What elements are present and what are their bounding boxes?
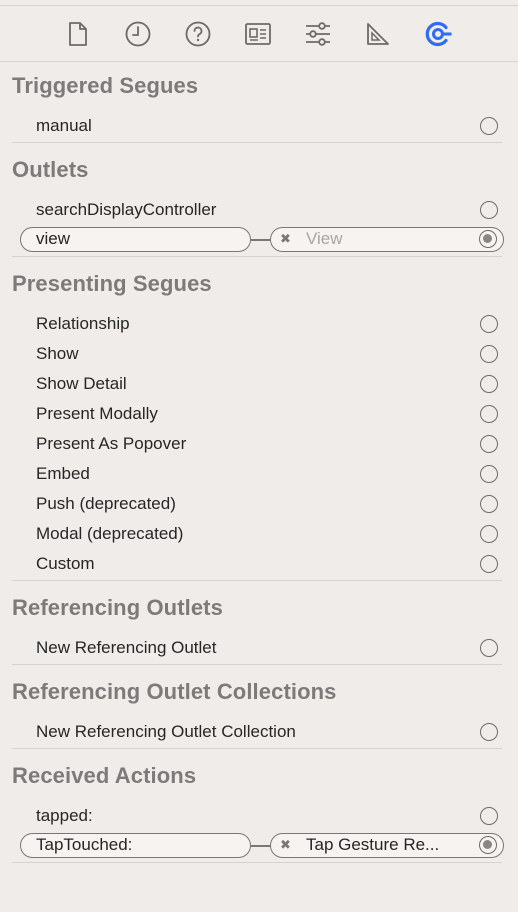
size-inspector-icon[interactable] bbox=[363, 20, 393, 48]
connection-circle[interactable] bbox=[480, 495, 498, 513]
identity-inspector-icon[interactable] bbox=[243, 20, 273, 48]
outlet-connected-label[interactable]: view bbox=[20, 227, 251, 252]
segue-label: Present Modally bbox=[36, 404, 158, 423]
referencing-outlet-collection-label: New Referencing Outlet Collection bbox=[36, 722, 296, 741]
file-inspector-icon[interactable] bbox=[63, 20, 93, 48]
segue-label: Show Detail bbox=[36, 374, 127, 393]
connected-circle[interactable] bbox=[479, 230, 497, 248]
segue-label: Present As Popover bbox=[36, 434, 187, 453]
connection-circle[interactable] bbox=[480, 639, 498, 657]
section-divider bbox=[12, 862, 502, 863]
connection-circle[interactable] bbox=[480, 375, 498, 393]
connection-circle[interactable] bbox=[480, 315, 498, 333]
action-connected-label[interactable]: TapTouched: bbox=[20, 833, 251, 858]
connection-circle[interactable] bbox=[480, 465, 498, 483]
segue-label: Show bbox=[36, 344, 79, 363]
connection-circle[interactable] bbox=[480, 723, 498, 741]
connections-inspector-icon[interactable] bbox=[423, 20, 453, 48]
section-divider bbox=[12, 580, 502, 581]
remove-connection-icon[interactable]: ✖ bbox=[280, 228, 291, 250]
remove-connection-icon[interactable]: ✖ bbox=[280, 834, 291, 856]
outlet-target-label: View bbox=[306, 229, 343, 248]
section-divider bbox=[12, 664, 502, 665]
connected-circle[interactable] bbox=[479, 836, 497, 854]
action-label: tapped: bbox=[36, 806, 93, 825]
outlet-connection-target[interactable]: ✖ View bbox=[270, 227, 504, 252]
quick-help-icon[interactable] bbox=[183, 20, 213, 48]
section-title-presenting-segues: Presenting Segues bbox=[12, 271, 212, 296]
connection-circle[interactable] bbox=[480, 405, 498, 423]
connection-line bbox=[251, 845, 271, 847]
segue-label: Modal (deprecated) bbox=[36, 524, 184, 543]
segue-label: Relationship bbox=[36, 314, 130, 333]
connection-circle[interactable] bbox=[480, 525, 498, 543]
connection-circle[interactable] bbox=[480, 435, 498, 453]
section-divider bbox=[12, 748, 502, 749]
history-inspector-icon[interactable] bbox=[123, 20, 153, 48]
inspector-toolbar bbox=[0, 6, 518, 62]
referencing-outlet-label: New Referencing Outlet bbox=[36, 638, 217, 657]
connection-circle[interactable] bbox=[480, 345, 498, 363]
connection-circle[interactable] bbox=[480, 201, 498, 219]
outlet-label: searchDisplayController bbox=[36, 200, 217, 219]
connection-circle[interactable] bbox=[480, 117, 498, 135]
segue-label: Embed bbox=[36, 464, 90, 483]
action-connection-target[interactable]: ✖ Tap Gesture Re... bbox=[270, 833, 504, 858]
section-divider bbox=[12, 142, 502, 143]
attributes-inspector-icon[interactable] bbox=[303, 20, 333, 48]
section-title-outlets: Outlets bbox=[12, 157, 89, 182]
connection-line bbox=[251, 239, 271, 241]
section-divider bbox=[12, 256, 502, 257]
triggered-segue-label: manual bbox=[36, 116, 92, 135]
connection-circle[interactable] bbox=[480, 807, 498, 825]
connection-circle[interactable] bbox=[480, 555, 498, 573]
section-title-referencing-outlets: Referencing Outlets bbox=[12, 595, 223, 620]
section-title-triggered-segues: Triggered Segues bbox=[12, 73, 199, 98]
segue-label: Custom bbox=[36, 554, 95, 573]
section-title-referencing-outlet-collections: Referencing Outlet Collections bbox=[12, 679, 337, 704]
segue-label: Push (deprecated) bbox=[36, 494, 176, 513]
action-target-label: Tap Gesture Re... bbox=[306, 835, 440, 854]
section-title-received-actions: Received Actions bbox=[12, 763, 197, 788]
